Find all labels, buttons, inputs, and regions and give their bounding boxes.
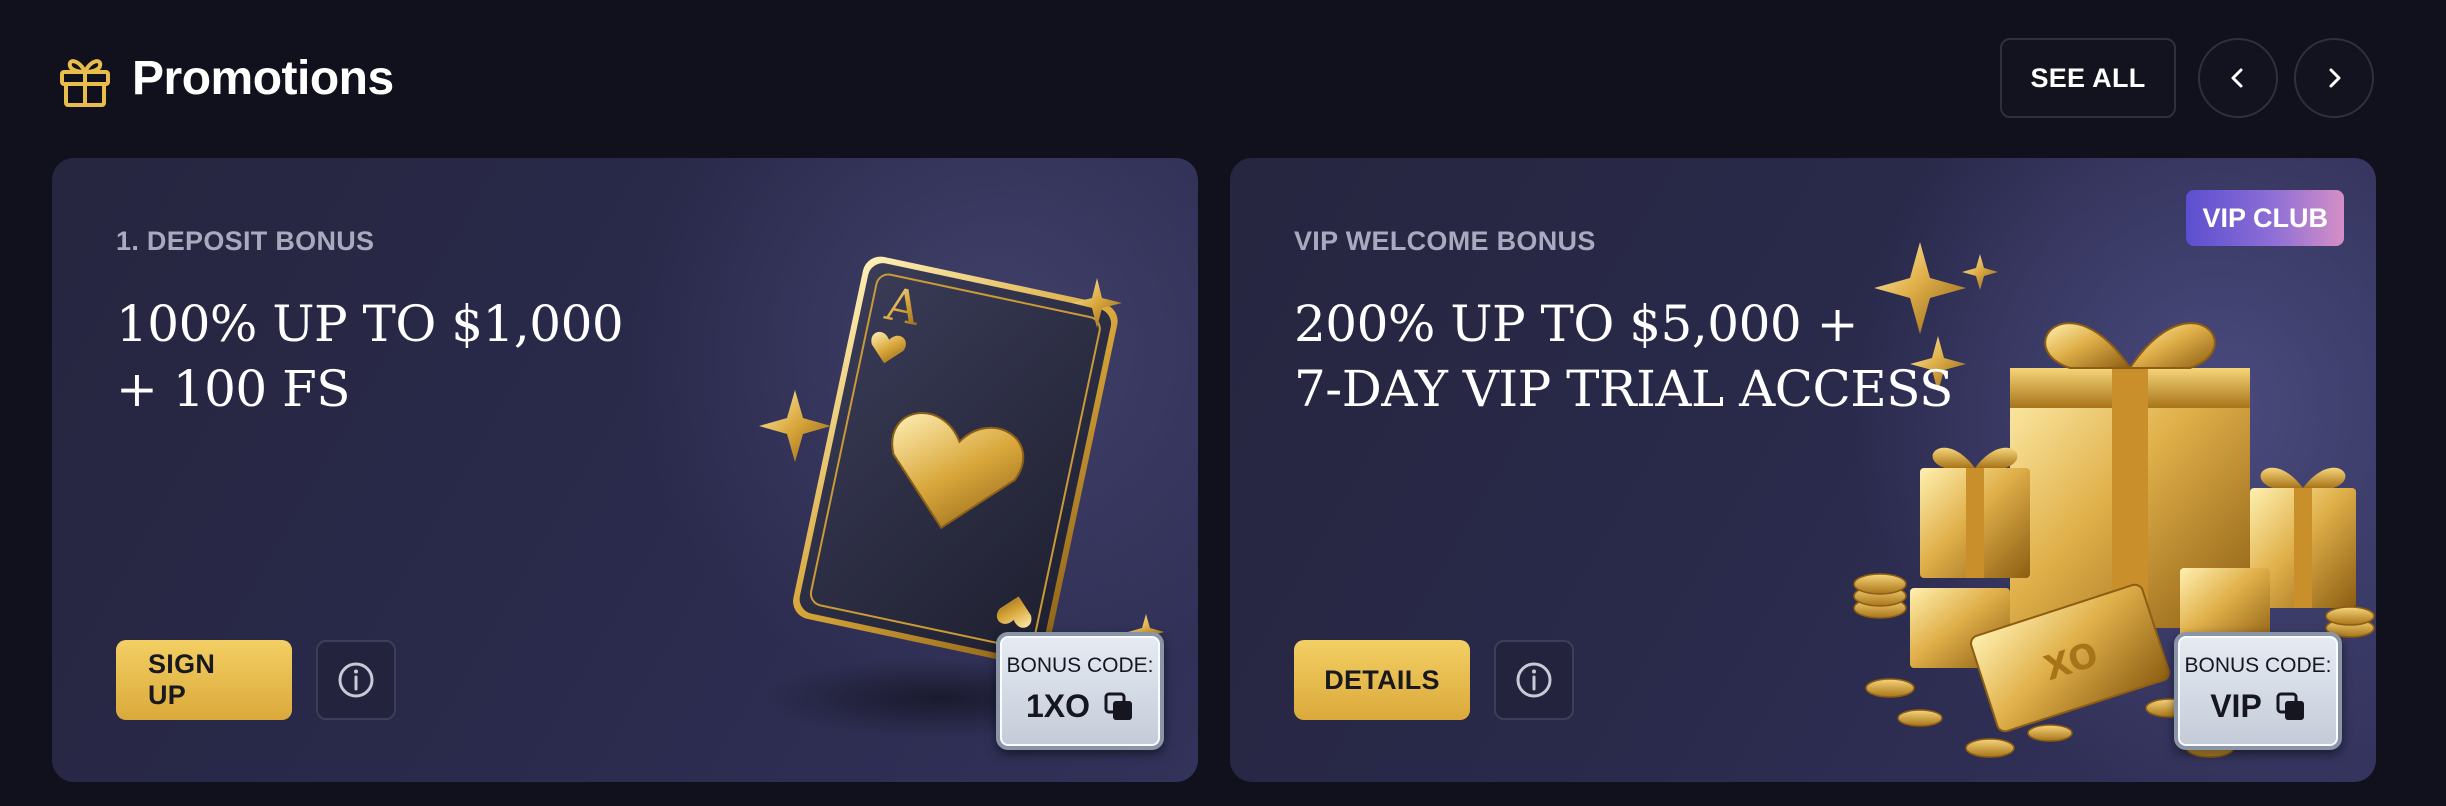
sign-up-button[interactable]: SIGN UP	[116, 640, 292, 720]
promo-card-deposit-bonus[interactable]: A 1. DEPOSIT BONUS 100% UP TO $1,000 + 1…	[52, 158, 1198, 782]
vip-club-badge: VIP CLUB	[2186, 190, 2344, 246]
details-button[interactable]: DETAILS	[1294, 640, 1470, 720]
chevron-right-icon	[2329, 68, 2341, 88]
copy-icon[interactable]	[2276, 692, 2306, 722]
info-button[interactable]	[316, 640, 396, 720]
info-icon	[338, 662, 374, 698]
promotions-header: Promotions SEE ALL	[54, 38, 2374, 120]
bonus-code-box[interactable]: BONUS CODE: VIP	[2174, 632, 2342, 750]
promo-headline: 100% UP TO $1,000 + 100 FS	[116, 295, 624, 418]
promo-card-vip-welcome-bonus[interactable]: XO VIP CLUB VIP WELCOME BONUS 200% UP TO…	[1230, 158, 2376, 782]
promo-headline: 200% UP TO $5,000 + 7-DAY VIP TRIAL ACCE…	[1294, 295, 1953, 418]
info-icon	[1516, 662, 1552, 698]
see-all-button[interactable]: SEE ALL	[2000, 38, 2176, 118]
carousel-next-button[interactable]	[2294, 38, 2374, 118]
chevron-left-icon	[2231, 68, 2243, 88]
bonus-code-label: BONUS CODE:	[1006, 654, 1154, 677]
bonus-code-box[interactable]: BONUS CODE: 1XO	[996, 632, 1164, 750]
bonus-code-value: VIP	[2210, 688, 2262, 724]
info-button[interactable]	[1494, 640, 1574, 720]
bonus-code-label: BONUS CODE:	[2184, 654, 2332, 677]
carousel-prev-button[interactable]	[2198, 38, 2278, 118]
promo-eyebrow: VIP WELCOME BONUS	[1294, 226, 1596, 256]
promo-eyebrow: 1. DEPOSIT BONUS	[116, 226, 375, 256]
copy-icon[interactable]	[1104, 692, 1134, 722]
page-title: Promotions	[132, 52, 394, 105]
bonus-code-value: 1XO	[1025, 688, 1091, 724]
gift-icon	[60, 59, 110, 107]
